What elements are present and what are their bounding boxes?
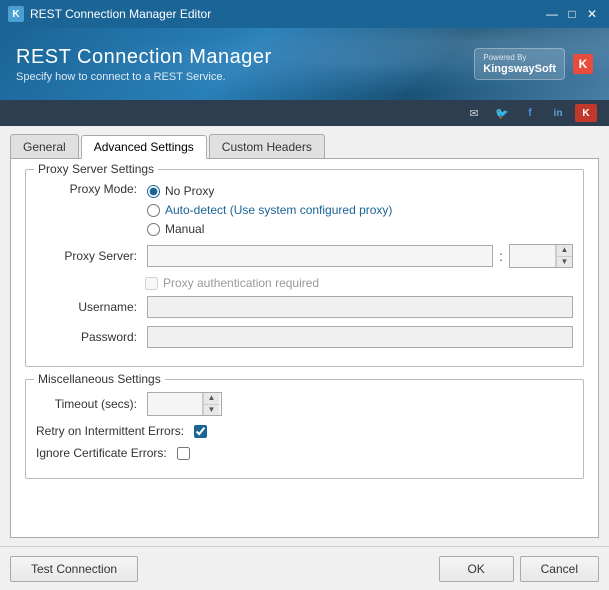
password-row: Password: bbox=[36, 326, 573, 348]
username-input[interactable] bbox=[147, 296, 573, 318]
timeout-up-button[interactable]: ▲ bbox=[203, 393, 219, 405]
proxy-mode-no-proxy[interactable]: No Proxy bbox=[147, 184, 392, 198]
manual-radio[interactable] bbox=[147, 223, 160, 236]
linkedin-icon[interactable]: in bbox=[547, 104, 569, 122]
email-icon[interactable]: ✉ bbox=[463, 104, 485, 122]
proxy-mode-label: Proxy Mode: bbox=[36, 182, 141, 196]
header-right: Powered By KingswaySoft K bbox=[474, 48, 593, 80]
proxy-mode-group: No Proxy Auto-detect (Use system configu… bbox=[147, 184, 392, 236]
port-input[interactable]: 0 bbox=[510, 245, 556, 267]
cancel-button[interactable]: Cancel bbox=[520, 556, 599, 582]
proxy-auth-label: Proxy authentication required bbox=[163, 276, 319, 290]
port-down-button[interactable]: ▼ bbox=[556, 257, 572, 268]
proxy-mode-auto-detect[interactable]: Auto-detect (Use system configured proxy… bbox=[147, 203, 392, 217]
tab-general[interactable]: General bbox=[10, 134, 79, 158]
bottom-bar: Test Connection OK Cancel bbox=[0, 546, 609, 590]
port-up-button[interactable]: ▲ bbox=[556, 245, 572, 257]
proxy-server-row: Proxy Server: : 0 ▲ ▼ bbox=[36, 244, 573, 268]
proxy-auth-checkbox[interactable] bbox=[145, 277, 158, 290]
password-label: Password: bbox=[36, 330, 141, 344]
powered-by-badge: Powered By KingswaySoft bbox=[474, 48, 565, 80]
k-logo-icon: K bbox=[573, 54, 593, 74]
timeout-spinner: 120 ▲ ▼ bbox=[147, 392, 222, 416]
no-proxy-radio[interactable] bbox=[147, 185, 160, 198]
test-connection-button[interactable]: Test Connection bbox=[10, 556, 138, 582]
proxy-server-label: Proxy Server: bbox=[36, 249, 141, 263]
powered-by-label: Powered By bbox=[483, 53, 556, 63]
brand-name: KingswaySoft bbox=[483, 63, 556, 75]
main-content: General Advanced Settings Custom Headers… bbox=[0, 126, 609, 546]
timeout-input[interactable]: 120 bbox=[148, 393, 203, 415]
app-icon: K bbox=[8, 6, 24, 22]
timeout-spinner-buttons: ▲ ▼ bbox=[203, 393, 219, 415]
timeout-down-button[interactable]: ▼ bbox=[203, 405, 219, 416]
auto-detect-radio[interactable] bbox=[147, 204, 160, 217]
proxy-server-input[interactable] bbox=[147, 245, 493, 267]
port-spinner: 0 ▲ ▼ bbox=[509, 244, 573, 268]
header-title: REST Connection Manager bbox=[16, 46, 272, 69]
port-colon: : bbox=[499, 248, 503, 264]
misc-section: Miscellaneous Settings Timeout (secs): 1… bbox=[25, 379, 584, 479]
proxy-mode-row: Proxy Mode: No Proxy Auto-detect (Use sy… bbox=[36, 182, 573, 236]
header-subtitle: Specify how to connect to a REST Service… bbox=[16, 71, 272, 83]
ok-button[interactable]: OK bbox=[439, 556, 514, 582]
tab-bar: General Advanced Settings Custom Headers bbox=[10, 134, 599, 158]
ignore-cert-row: Ignore Certificate Errors: bbox=[36, 446, 573, 460]
username-row: Username: bbox=[36, 296, 573, 318]
password-input[interactable] bbox=[147, 326, 573, 348]
powered-by-text-block: Powered By KingswaySoft bbox=[483, 53, 556, 75]
ignore-cert-label: Ignore Certificate Errors: bbox=[36, 446, 171, 460]
timeout-label: Timeout (secs): bbox=[36, 397, 141, 411]
ok-cancel-group: OK Cancel bbox=[439, 556, 599, 582]
retry-row: Retry on Intermittent Errors: bbox=[36, 424, 573, 438]
header-banner: REST Connection Manager Specify how to c… bbox=[0, 28, 609, 100]
title-bar-controls: — □ ✕ bbox=[543, 5, 601, 23]
facebook-icon[interactable]: f bbox=[519, 104, 541, 122]
misc-section-label: Miscellaneous Settings bbox=[34, 372, 165, 386]
title-bar-left: K REST Connection Manager Editor bbox=[8, 6, 211, 22]
ignore-cert-checkbox[interactable] bbox=[177, 447, 190, 460]
proxy-mode-manual[interactable]: Manual bbox=[147, 222, 392, 236]
port-spinner-buttons: ▲ ▼ bbox=[556, 245, 572, 267]
settings-panel: Proxy Server Settings Proxy Mode: No Pro… bbox=[10, 158, 599, 538]
minimize-button[interactable]: — bbox=[543, 5, 561, 23]
k-social-icon[interactable]: K bbox=[575, 104, 597, 122]
social-row: ✉ 🐦 f in K bbox=[0, 100, 609, 126]
twitter-icon[interactable]: 🐦 bbox=[491, 104, 513, 122]
timeout-row: Timeout (secs): 120 ▲ ▼ bbox=[36, 392, 573, 416]
tab-advanced-settings[interactable]: Advanced Settings bbox=[81, 135, 207, 159]
proxy-section-label: Proxy Server Settings bbox=[34, 162, 158, 176]
proxy-section: Proxy Server Settings Proxy Mode: No Pro… bbox=[25, 169, 584, 367]
window-title: REST Connection Manager Editor bbox=[30, 7, 211, 21]
title-bar: K REST Connection Manager Editor — □ ✕ bbox=[0, 0, 609, 28]
retry-checkbox[interactable] bbox=[194, 425, 207, 438]
username-label: Username: bbox=[36, 300, 141, 314]
close-button[interactable]: ✕ bbox=[583, 5, 601, 23]
tab-custom-headers[interactable]: Custom Headers bbox=[209, 134, 325, 158]
maximize-button[interactable]: □ bbox=[563, 5, 581, 23]
header-text: REST Connection Manager Specify how to c… bbox=[16, 46, 272, 83]
retry-label: Retry on Intermittent Errors: bbox=[36, 424, 188, 438]
proxy-auth-checkbox-row[interactable]: Proxy authentication required bbox=[145, 276, 319, 290]
auth-row: Proxy authentication required bbox=[145, 276, 573, 290]
